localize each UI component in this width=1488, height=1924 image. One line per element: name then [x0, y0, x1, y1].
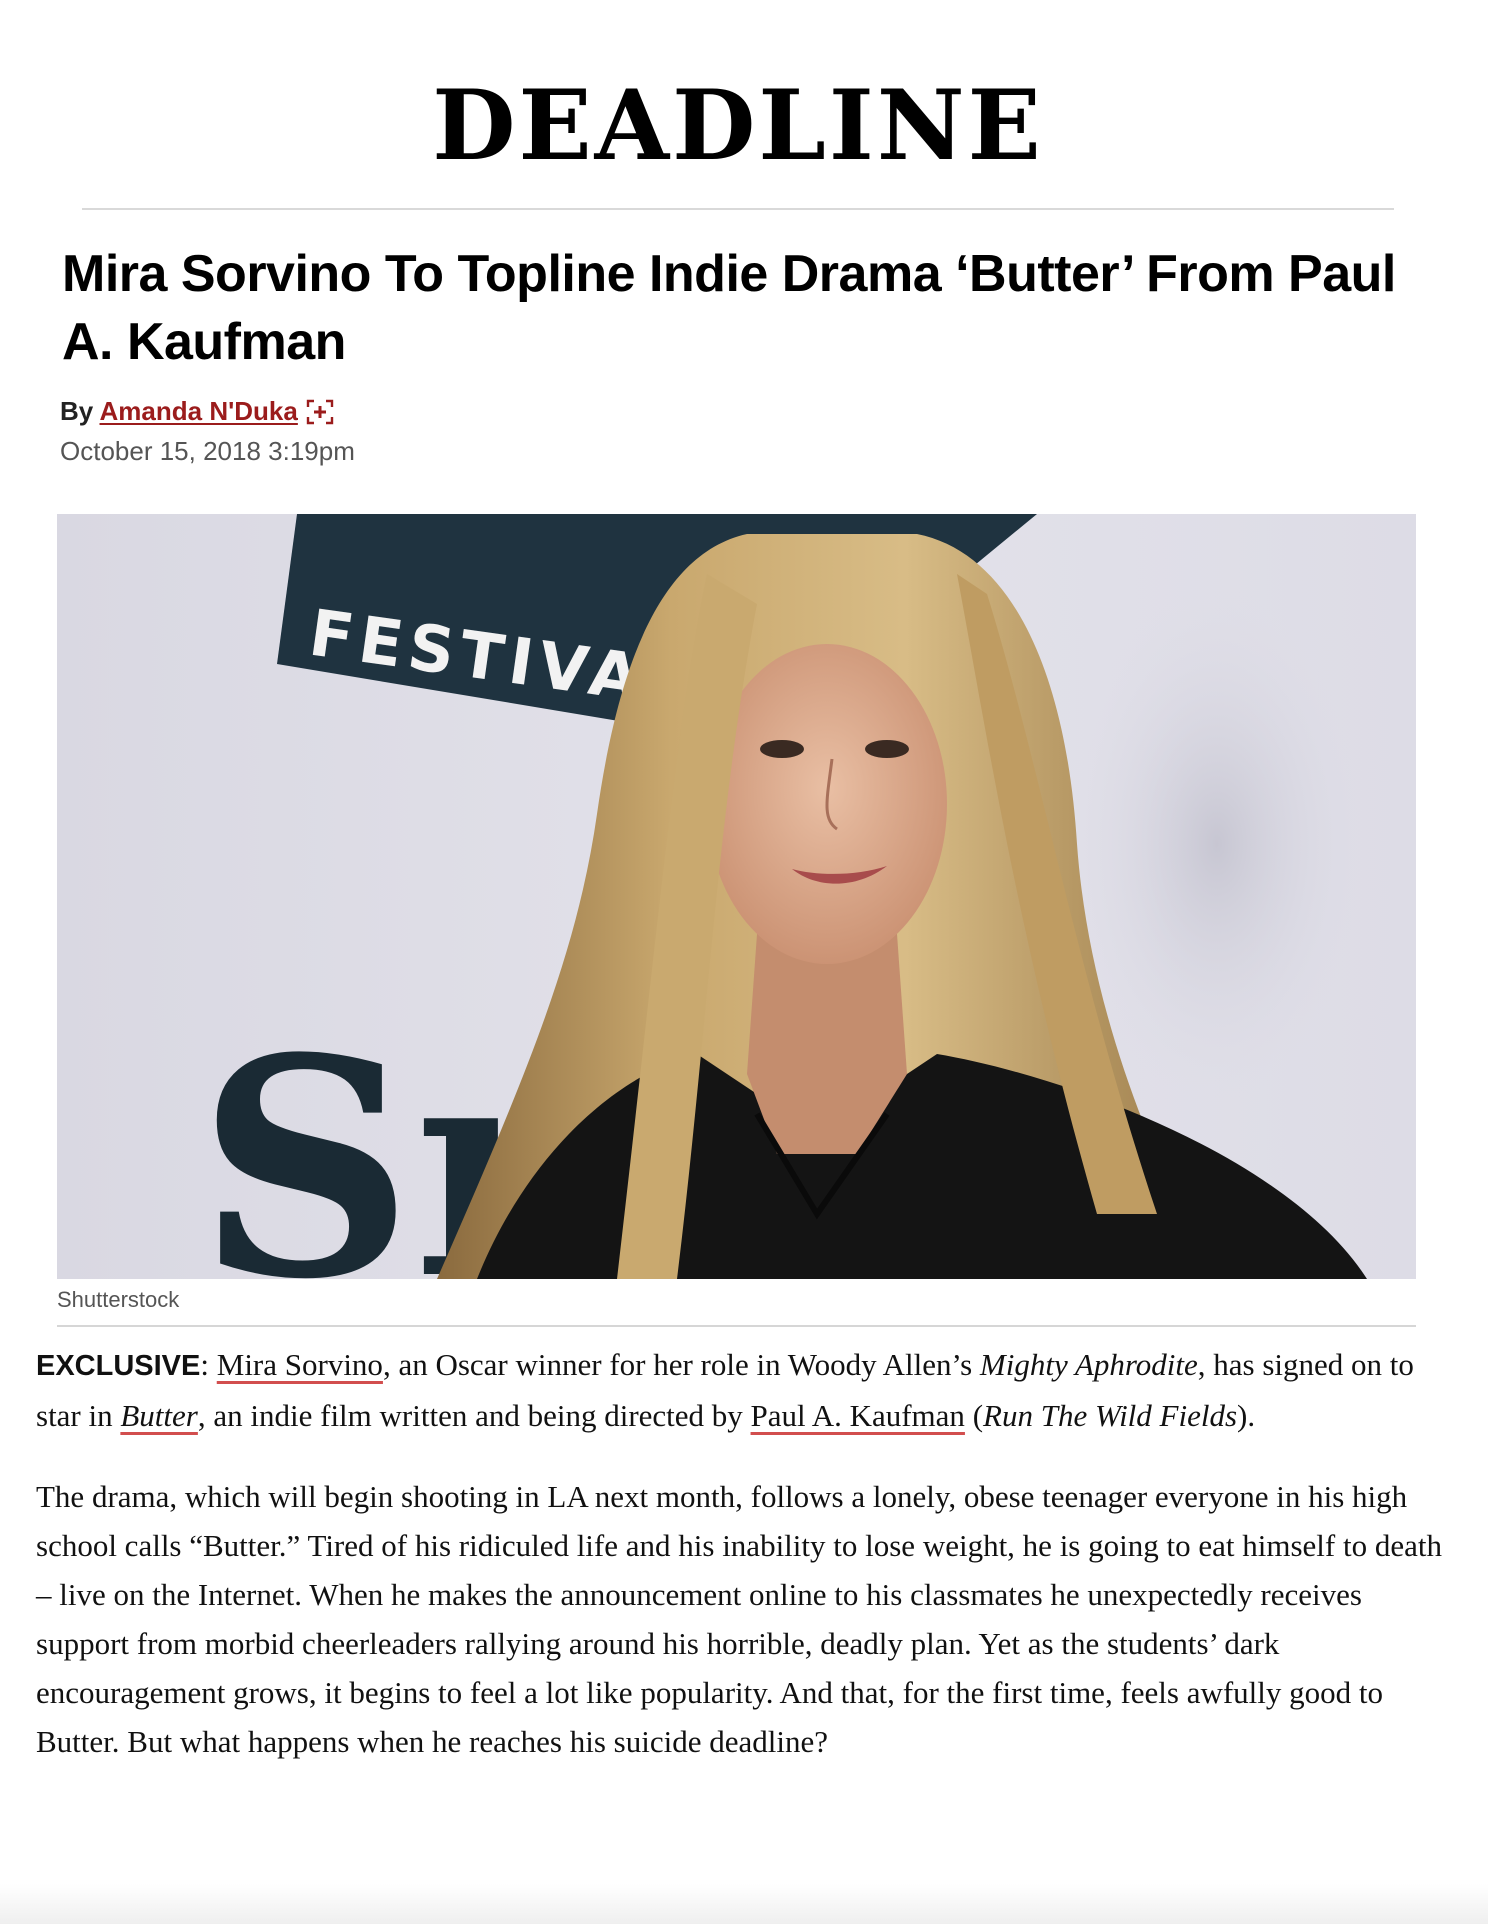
bottom-fade — [0, 1884, 1488, 1924]
byline: By Amanda N'Duka — [60, 396, 334, 427]
p1-separator: : — [200, 1347, 217, 1382]
photo-credit: Shutterstock — [57, 1287, 1416, 1327]
p1-text-5: ). — [1237, 1398, 1256, 1433]
author-link[interactable]: Amanda N'Duka — [100, 396, 298, 426]
exclusive-label: EXCLUSIVE — [36, 1350, 201, 1382]
article-body: EXCLUSIVE: Mira Sorvino, an Oscar winner… — [36, 1340, 1456, 1798]
paragraph-2: The drama, which will begin shooting in … — [36, 1479, 1442, 1759]
byline-prefix: By — [60, 396, 94, 426]
link-butter[interactable]: Butter — [120, 1398, 198, 1433]
publish-date: October 15, 2018 3:19pm — [60, 436, 355, 466]
p1-text-4: ( — [964, 1398, 984, 1433]
paragraph-1: EXCLUSIVE: Mira Sorvino, an Oscar winner… — [36, 1340, 1456, 1440]
p1-text-1: , an Oscar winner for her role in Woody … — [382, 1347, 980, 1382]
plus-icon[interactable] — [306, 399, 334, 425]
film-title-mighty-aphrodite: Mighty Aphrodite — [979, 1347, 1198, 1382]
link-mira-sorvino[interactable]: Mira Sorvino — [217, 1347, 383, 1382]
article-photo: FESTIVA Sı — [57, 514, 1416, 1279]
film-title-run-the-wild-fields: Run The Wild Fields — [983, 1398, 1238, 1433]
masthead: DEADLINE — [82, 62, 1394, 210]
p1-text-3: , an indie film written and being direct… — [197, 1398, 751, 1433]
site-logo[interactable]: DEADLINE — [432, 78, 1043, 174]
article-headline: Mira Sorvino To Topline Indie Drama ‘But… — [62, 245, 1396, 371]
link-paul-a-kaufman[interactable]: Paul A. Kaufman — [751, 1398, 965, 1433]
